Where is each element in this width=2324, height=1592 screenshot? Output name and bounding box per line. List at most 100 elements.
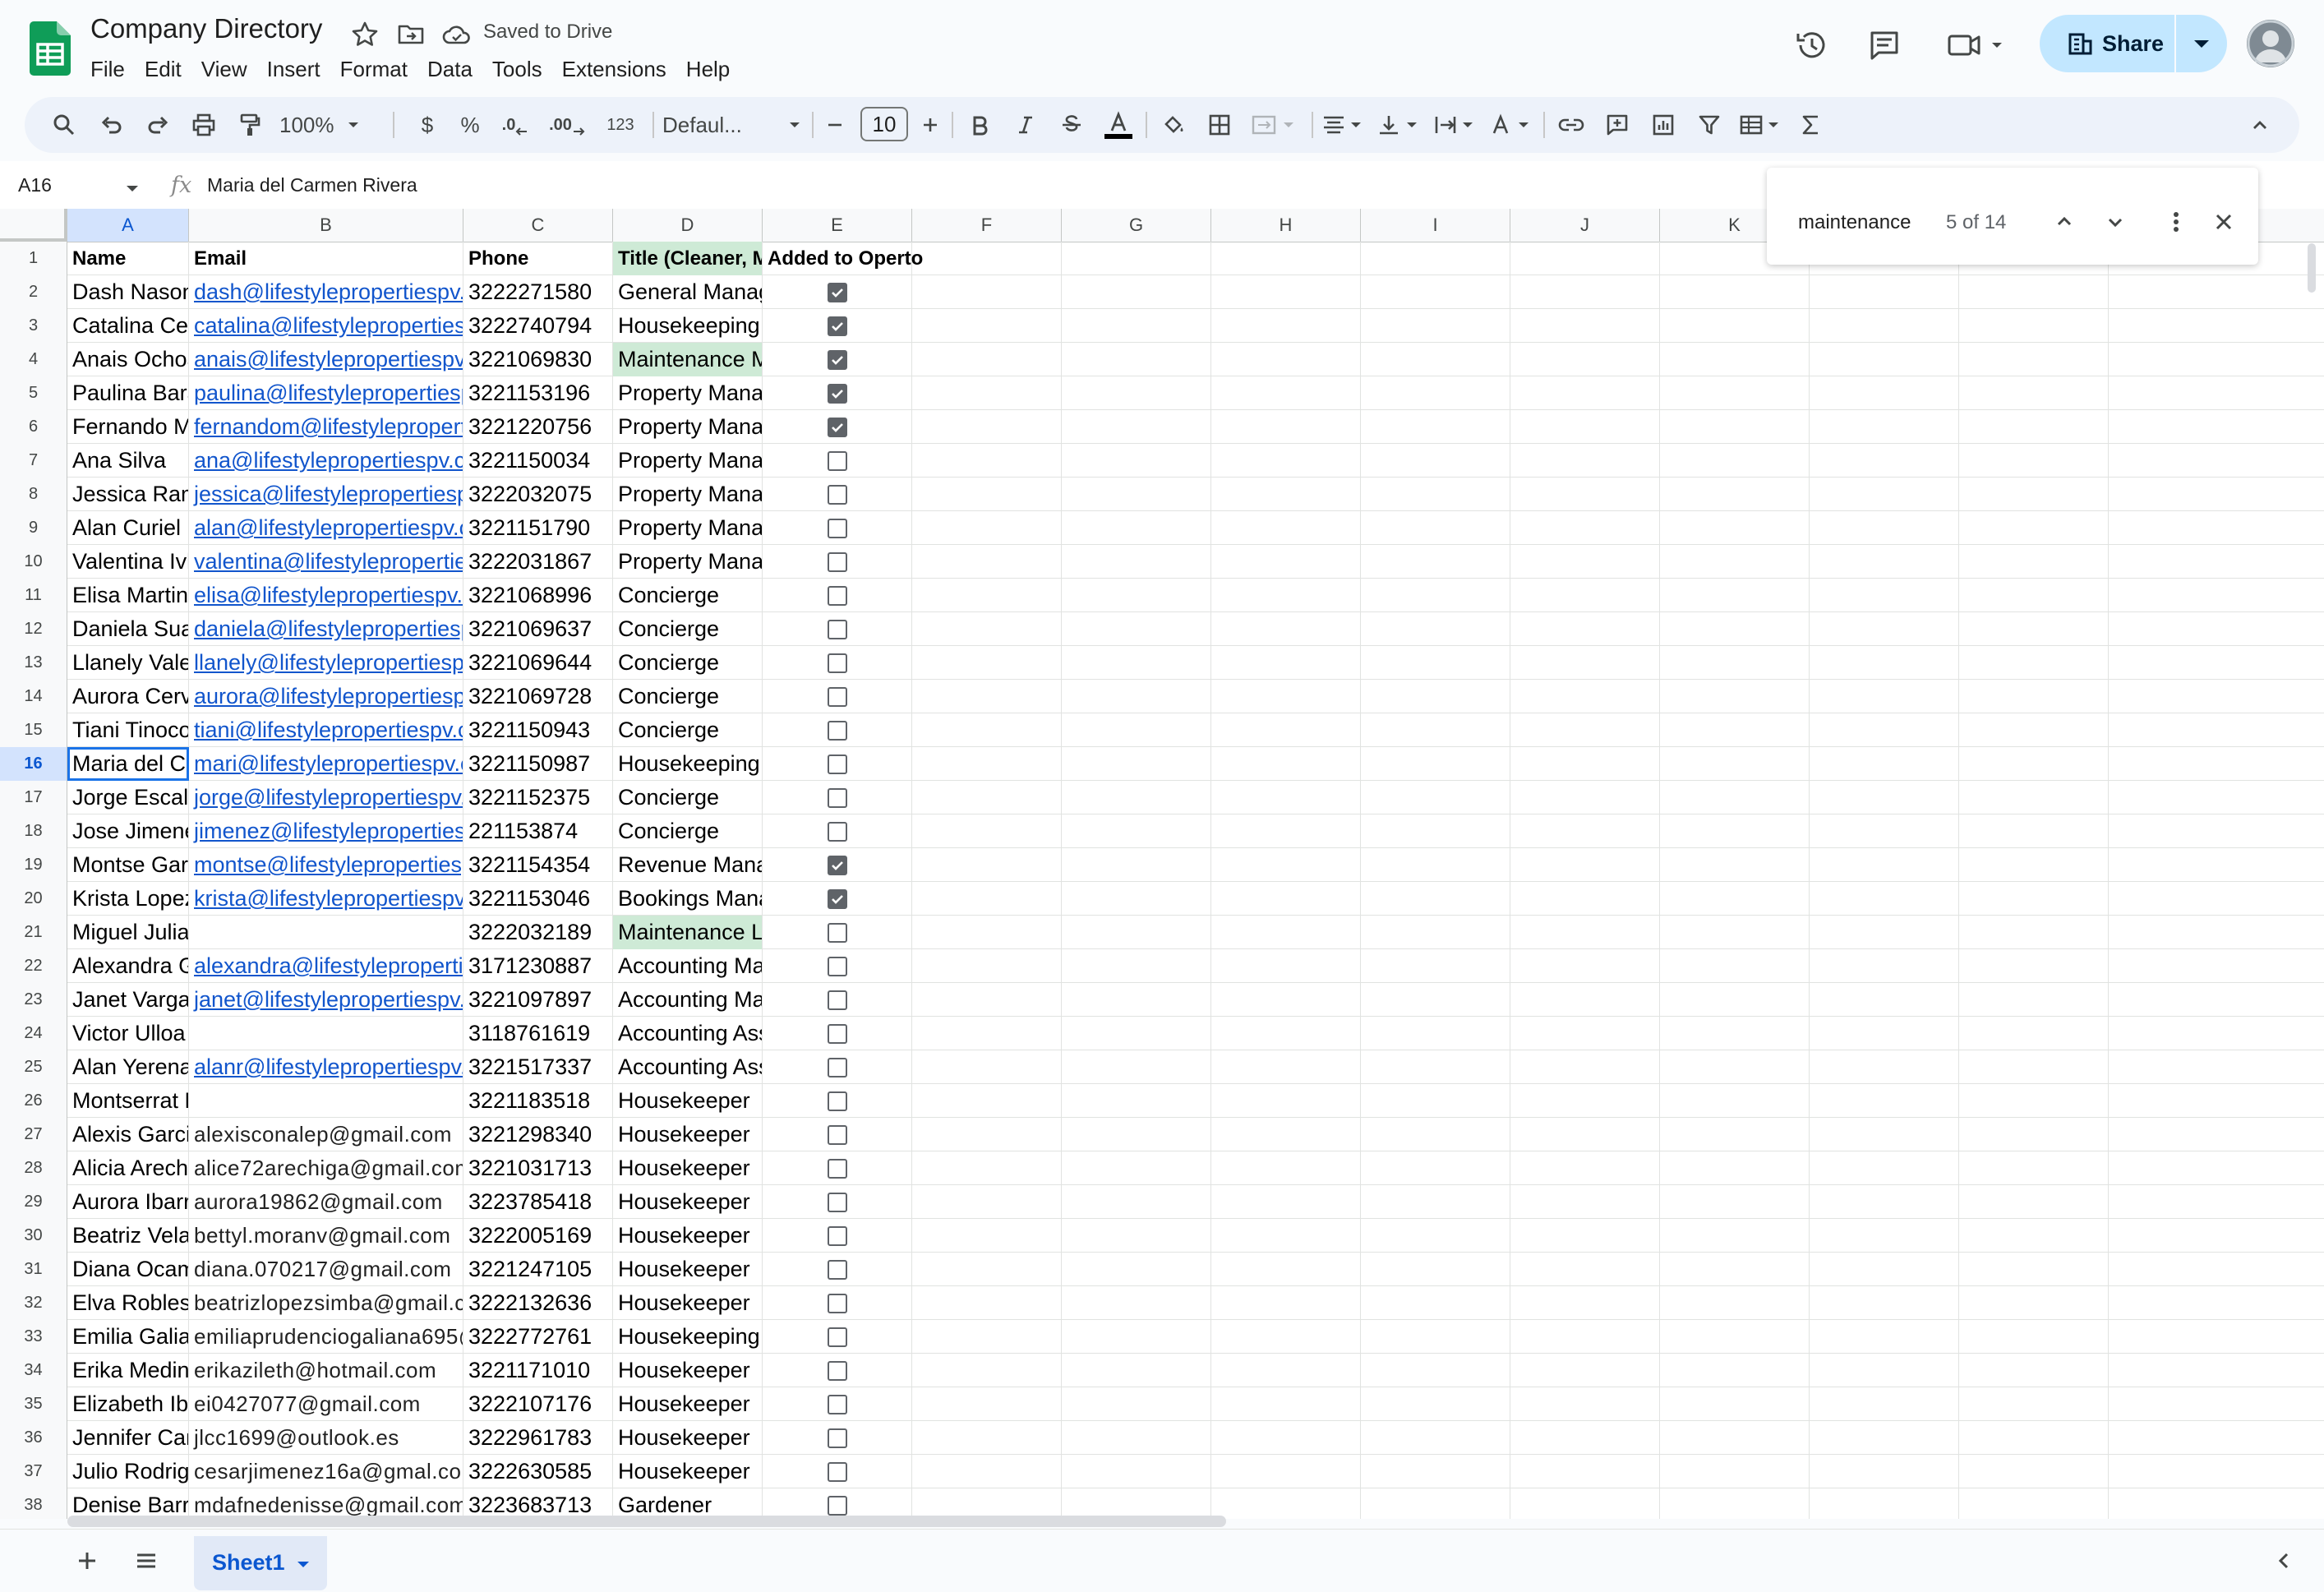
checkbox-cell[interactable]: [763, 781, 912, 814]
empty-cell[interactable]: [1211, 747, 1361, 781]
empty-cell[interactable]: [1959, 410, 2109, 444]
name-cell[interactable]: Krista Lopez: [67, 882, 189, 916]
empty-cell[interactable]: [912, 309, 1062, 343]
checkbox-unchecked[interactable]: [828, 1294, 847, 1313]
empty-cell[interactable]: [1361, 1320, 1510, 1354]
empty-cell[interactable]: [1510, 1219, 1660, 1253]
phone-cell[interactable]: 3223683713: [463, 1488, 613, 1519]
menu-format[interactable]: Format: [330, 53, 417, 85]
empty-cell[interactable]: [1062, 444, 1211, 478]
empty-cell[interactable]: [912, 949, 1062, 983]
email-cell[interactable]: emiliaprudenciogaliana695@gmail.c: [189, 1320, 463, 1354]
menu-data[interactable]: Data: [417, 53, 482, 85]
empty-cell[interactable]: [1810, 1118, 1959, 1151]
empty-cell[interactable]: [1810, 1185, 1959, 1219]
empty-cell[interactable]: [912, 983, 1062, 1017]
checkbox-cell[interactable]: [763, 1488, 912, 1519]
empty-cell[interactable]: [912, 680, 1062, 713]
empty-cell[interactable]: [912, 814, 1062, 848]
sheets-logo-icon[interactable]: [30, 21, 71, 76]
empty-cell[interactable]: [1211, 1151, 1361, 1185]
menu-view[interactable]: View: [191, 53, 257, 85]
empty-cell[interactable]: [1959, 275, 2109, 309]
name-cell[interactable]: Denise Barraza: [67, 1488, 189, 1519]
empty-cell[interactable]: [1361, 781, 1510, 814]
title-cell[interactable]: General Manag: [613, 275, 763, 309]
empty-cell[interactable]: [1361, 1488, 1510, 1519]
empty-cell[interactable]: [1361, 747, 1510, 781]
empty-cell[interactable]: [1062, 848, 1211, 882]
empty-cell[interactable]: [1660, 747, 1810, 781]
empty-cell[interactable]: [1810, 1084, 1959, 1118]
column-header-f[interactable]: F: [912, 209, 1062, 242]
empty-cell[interactable]: [1211, 848, 1361, 882]
empty-cell[interactable]: [1959, 1320, 2109, 1354]
empty-cell[interactable]: [1660, 1084, 1810, 1118]
empty-cell[interactable]: [1959, 916, 2109, 949]
row-header[interactable]: 20: [0, 882, 67, 916]
empty-cell[interactable]: [1959, 1253, 2109, 1286]
name-cell[interactable]: Alan Yerena: [67, 1050, 189, 1084]
row-header[interactable]: 17: [0, 781, 67, 814]
checkbox-cell[interactable]: [763, 916, 912, 949]
phone-cell[interactable]: 3221069728: [463, 680, 613, 713]
empty-cell[interactable]: [1510, 848, 1660, 882]
name-cell[interactable]: Victor Ulloa: [67, 1017, 189, 1050]
empty-cell[interactable]: [1062, 713, 1211, 747]
email-cell[interactable]: [189, 1017, 463, 1050]
checkbox-cell[interactable]: [763, 814, 912, 848]
email-cell[interactable]: alan@lifestylepropertiespv.com: [189, 511, 463, 545]
empty-cell[interactable]: [1361, 1286, 1510, 1320]
empty-cell[interactable]: [1660, 579, 1810, 612]
email-cell[interactable]: alice72arechiga@gmail.com: [189, 1151, 463, 1185]
email-cell[interactable]: montse@lifestylepropertiespv.com: [189, 848, 463, 882]
row-header[interactable]: 12: [0, 612, 67, 646]
empty-cell[interactable]: [1660, 1185, 1810, 1219]
checkbox-checked[interactable]: [828, 889, 847, 909]
row-header[interactable]: 1: [0, 242, 67, 275]
checkbox-cell[interactable]: [763, 848, 912, 882]
column-header-i[interactable]: I: [1361, 209, 1510, 242]
empty-cell[interactable]: [1959, 713, 2109, 747]
phone-cell[interactable]: 3222107176: [463, 1387, 613, 1421]
empty-cell[interactable]: [1361, 882, 1510, 916]
empty-cell[interactable]: [912, 1185, 1062, 1219]
empty-cell[interactable]: [1062, 309, 1211, 343]
empty-cell[interactable]: [1810, 949, 1959, 983]
empty-cell[interactable]: [1361, 343, 1510, 376]
empty-cell[interactable]: [1810, 1387, 1959, 1421]
email-cell[interactable]: daniela@lifestylepropertiespv.com: [189, 612, 463, 646]
empty-cell[interactable]: [1510, 1050, 1660, 1084]
menu-edit[interactable]: Edit: [135, 53, 191, 85]
empty-cell[interactable]: [1361, 713, 1510, 747]
checkbox-checked[interactable]: [828, 384, 847, 404]
empty-cell[interactable]: [1062, 1455, 1211, 1488]
checkbox-unchecked[interactable]: [828, 1159, 847, 1179]
title-cell[interactable]: Concierge: [613, 680, 763, 713]
row-header[interactable]: 2: [0, 275, 67, 309]
name-cell[interactable]: Daniela Suarez: [67, 612, 189, 646]
checkbox-unchecked[interactable]: [828, 754, 847, 774]
empty-cell[interactable]: [1361, 680, 1510, 713]
name-cell[interactable]: Tiani Tinoco: [67, 713, 189, 747]
empty-cell[interactable]: [1810, 444, 1959, 478]
phone-cell[interactable]: 3222772761: [463, 1320, 613, 1354]
empty-cell[interactable]: [1810, 1050, 1959, 1084]
empty-cell[interactable]: [1211, 376, 1361, 410]
phone-cell[interactable]: 3221069830: [463, 343, 613, 376]
empty-cell[interactable]: [1510, 242, 1660, 275]
title-cell[interactable]: Housekeeper: [613, 1084, 763, 1118]
email-cell[interactable]: erikazileth@hotmail.com: [189, 1354, 463, 1387]
email-cell[interactable]: ana@lifestylepropertiespv.com: [189, 444, 463, 478]
name-cell[interactable]: Diana Ocampo: [67, 1253, 189, 1286]
empty-cell[interactable]: [1810, 882, 1959, 916]
horizontal-scrollbar[interactable]: [67, 1516, 1226, 1527]
row-header[interactable]: 18: [0, 814, 67, 848]
checkbox-cell[interactable]: [763, 410, 912, 444]
email-cell[interactable]: aurora@lifestylepropertiespv.com: [189, 680, 463, 713]
row-header[interactable]: 19: [0, 848, 67, 882]
email-cell[interactable]: mdafnedenisse@gmail.com: [189, 1488, 463, 1519]
empty-cell[interactable]: [912, 275, 1062, 309]
name-cell[interactable]: Fernando Murrillo: [67, 410, 189, 444]
empty-cell[interactable]: [1510, 882, 1660, 916]
